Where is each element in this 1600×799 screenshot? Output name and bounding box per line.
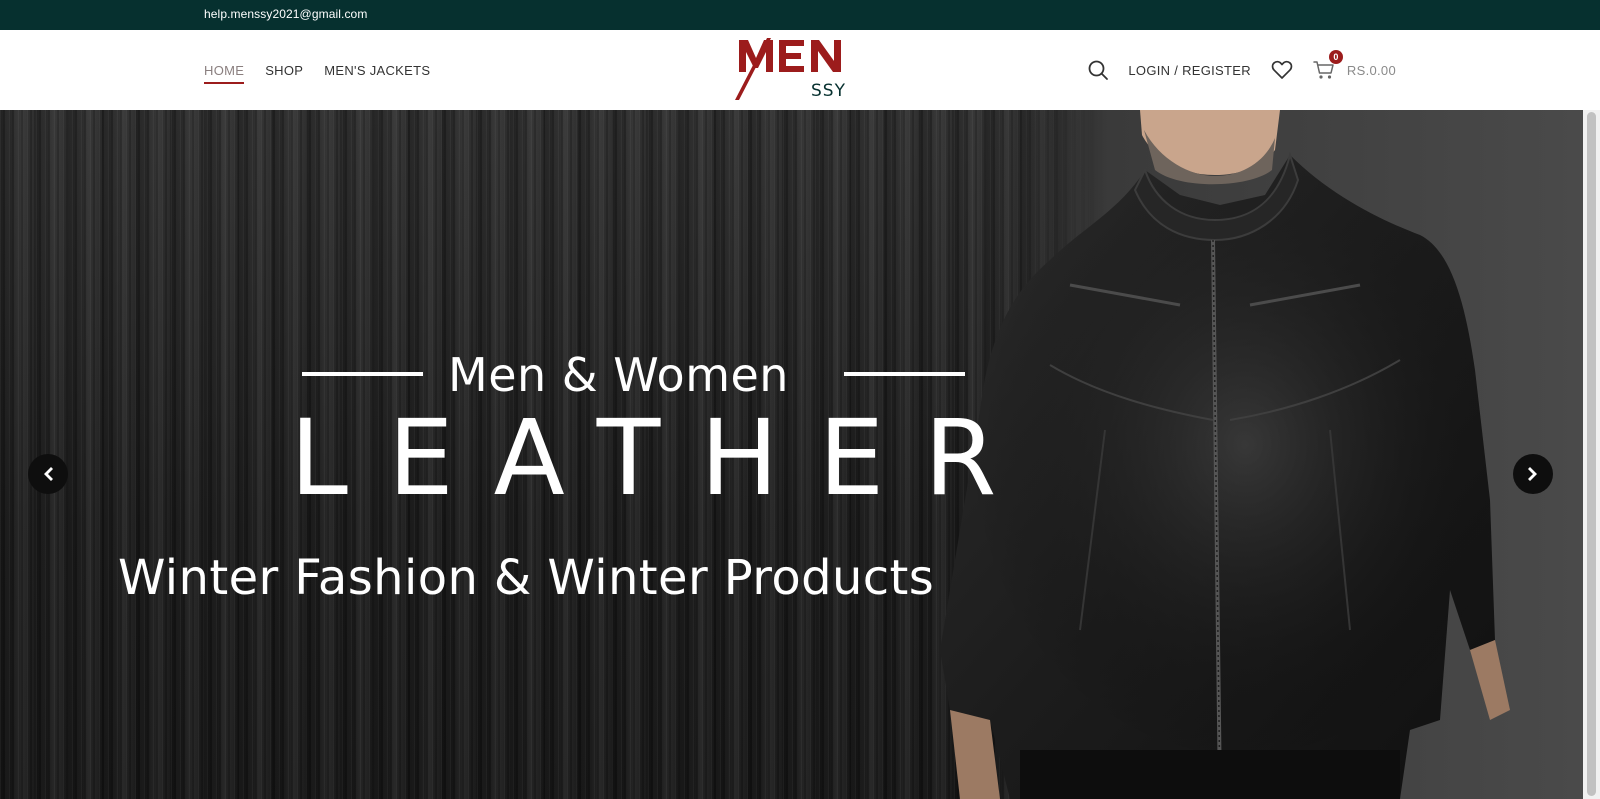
logo-letter-m xyxy=(739,40,773,72)
eyebrow-left-line xyxy=(302,372,423,376)
top-bar: help.menssy2021@gmail.com xyxy=(0,0,1600,30)
eyebrow-right-line xyxy=(844,372,965,376)
main-nav: HOME SHOP MEN'S JACKETS xyxy=(204,30,430,110)
hero-slider: Men & Women LEATHER Winter Fashion & Win… xyxy=(0,110,1583,799)
search-icon[interactable] xyxy=(1087,59,1109,81)
hero-eyebrow: Men & Women xyxy=(448,348,789,402)
site-header: HOME SHOP MEN'S JACKETS SSY LOGIN / REGI… xyxy=(0,30,1600,110)
logo-letter-n xyxy=(811,40,841,72)
cart-button[interactable]: 0 xyxy=(1313,50,1343,81)
logo-letter-e xyxy=(779,40,804,72)
slider-next-button[interactable] xyxy=(1513,454,1553,494)
slider-prev-button[interactable] xyxy=(28,454,68,494)
page-scrollbar[interactable] xyxy=(1583,110,1600,799)
nav-home[interactable]: HOME xyxy=(204,61,245,84)
logo-sub: SSY xyxy=(811,81,846,101)
chevron-right-icon xyxy=(1528,467,1537,481)
support-email[interactable]: help.menssy2021@gmail.com xyxy=(204,7,367,21)
header-actions: LOGIN / REGISTER 0 RS.0.00 xyxy=(1087,30,1396,110)
login-register-link[interactable]: LOGIN / REGISTER xyxy=(1128,63,1251,78)
cart-total[interactable]: RS.0.00 xyxy=(1347,63,1396,78)
heart-icon[interactable] xyxy=(1271,59,1293,81)
scrollbar-thumb[interactable] xyxy=(1587,112,1596,796)
hero-headline: LEATHER xyxy=(290,397,1037,519)
nav-mens-jackets[interactable]: MEN'S JACKETS xyxy=(324,61,430,80)
nav-shop[interactable]: SHOP xyxy=(265,61,303,80)
cart-count-badge: 0 xyxy=(1328,50,1343,64)
chevron-left-icon xyxy=(44,467,53,481)
menssy-logo[interactable]: SSY xyxy=(735,34,865,104)
hero-subline: Winter Fashion & Winter Products xyxy=(118,550,935,606)
